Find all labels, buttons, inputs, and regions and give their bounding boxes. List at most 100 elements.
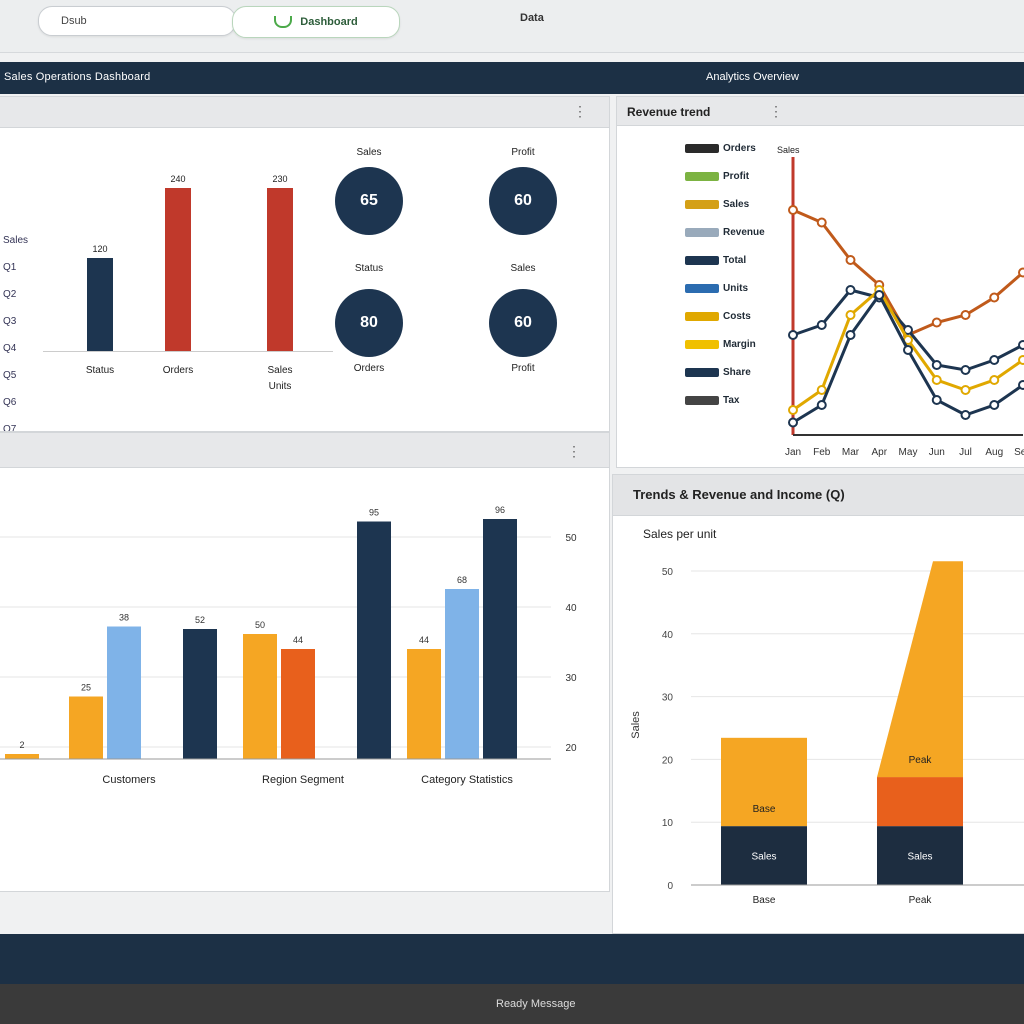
series-point <box>960 365 971 375</box>
bar-value-label: 52 <box>195 615 205 625</box>
y-tick-label: 40 <box>565 603 577 614</box>
side-list-item[interactable]: Q5 <box>0 362 43 389</box>
series-point <box>845 330 856 340</box>
search-field[interactable]: Dsub <box>38 6 236 36</box>
kpi-value: 65 <box>335 167 403 235</box>
dashboard-tab[interactable]: Dashboard <box>232 6 400 38</box>
search-value: Dsub <box>61 15 87 27</box>
series-point <box>874 290 885 300</box>
status-text: Ready Message <box>496 998 576 1010</box>
x-tick-label: Feb <box>813 447 831 458</box>
bar-sublabel: Units <box>268 381 292 392</box>
series-point <box>931 375 942 385</box>
series-point <box>788 417 798 428</box>
panel-header: ⋮ <box>0 97 609 128</box>
top-toolbar: Dsub Dashboard Data <box>0 0 1024 53</box>
segment-label: Base <box>753 804 776 815</box>
y-tick-label: 10 <box>662 818 674 829</box>
category-label: Peak <box>909 895 933 906</box>
side-list-item[interactable]: Q4 <box>0 335 43 362</box>
bar <box>69 696 103 759</box>
panel-menu-icon[interactable]: ⋮ <box>573 103 587 120</box>
grouped-bar-chart: 50403020225153852Customers504495Region S… <box>0 505 577 786</box>
category-panel: ⋮ 50403020225153852Customers504495Region… <box>0 432 610 892</box>
bar-value-label: 2 <box>19 740 24 750</box>
bar-value-label: 50 <box>255 620 265 630</box>
series-point <box>845 310 856 320</box>
segment-label: Peak <box>909 755 933 766</box>
x-tick-label: May <box>899 447 918 458</box>
kpi-value: 60 <box>489 167 557 235</box>
x-tick-label: Mar <box>842 447 860 458</box>
side-list-item[interactable]: Q6 <box>0 389 43 416</box>
y-axis-label: Sales <box>630 711 642 739</box>
y-tick-label: 50 <box>565 533 577 544</box>
series-point <box>1018 340 1024 350</box>
app-subtitle: Analytics Overview <box>706 71 799 83</box>
footer-band <box>0 934 1024 984</box>
series-point <box>788 330 798 340</box>
side-list-item[interactable]: Q7 <box>0 416 43 431</box>
bar <box>445 589 479 759</box>
bar <box>483 519 517 759</box>
bar <box>357 521 391 759</box>
bar-value-label: 95 <box>369 508 379 518</box>
x-tick-label: Apr <box>871 447 887 458</box>
x-tick-label: Jun <box>929 447 945 458</box>
line-chart: Jan Feb Mar Apr May Jun Jul Aug Sep <box>785 157 1024 458</box>
bar <box>87 257 113 351</box>
stack-segment-middle <box>877 777 963 827</box>
status-bar: Ready Message <box>0 984 1024 1024</box>
series-point <box>788 405 798 415</box>
trends-panel: Trends & Revenue and Income (Q) Sales pe… <box>612 474 1024 934</box>
kpi-label: Sales <box>510 263 536 274</box>
segment-label: Sales <box>907 852 932 863</box>
kpi-header: Sales <box>356 147 382 158</box>
series-point <box>816 320 827 330</box>
data-tab[interactable]: Data <box>520 12 544 24</box>
bar <box>281 649 315 759</box>
x-tick-label: Jul <box>959 447 972 458</box>
bar-value-label: 44 <box>293 635 303 645</box>
series-point <box>845 255 856 265</box>
y-tick-label: 20 <box>565 743 577 754</box>
bar-value-label: 68 <box>457 575 467 585</box>
y-tick-label: 0 <box>667 881 673 892</box>
series-point <box>931 360 942 370</box>
bar-category-label: Orders <box>162 365 194 376</box>
bar-value-label: 44 <box>419 635 429 645</box>
series-point <box>788 205 798 215</box>
bar-value-label: 240 <box>170 173 186 184</box>
series-point <box>960 385 971 395</box>
kpi-label: Profit <box>511 363 535 374</box>
summary-panel: ⋮ SalesQ1Q2Q3Q4Q5Q6Q7Q8All↻ 120 Status 240… <box>0 96 610 432</box>
series-point <box>816 385 827 395</box>
series-point <box>816 400 827 410</box>
side-list-item[interactable]: Sales <box>0 227 43 254</box>
series-point <box>845 285 856 295</box>
series-point <box>989 400 1000 410</box>
series-point <box>960 310 971 320</box>
baseline <box>43 351 333 352</box>
series-line <box>792 292 1024 424</box>
bar <box>5 754 39 759</box>
side-list-item[interactable]: Q2 <box>0 281 43 308</box>
x-tick-label: Aug <box>985 447 1003 458</box>
side-list-item[interactable]: Q1 <box>0 254 43 281</box>
series-point <box>816 217 827 228</box>
series-point <box>931 395 942 405</box>
bar-value-label: 120 <box>92 243 108 254</box>
y-tick-label: 20 <box>662 755 674 766</box>
series-point <box>989 375 1000 385</box>
kpi-value: 80 <box>335 289 403 357</box>
bar <box>407 649 441 759</box>
x-tick-label: Sep <box>1014 447 1024 458</box>
bar-category-label: Sales <box>267 365 293 376</box>
y-tick-label: 30 <box>662 693 674 704</box>
y-tick-label: 50 <box>662 567 674 578</box>
bar <box>165 187 191 351</box>
side-list-item[interactable]: Q3 <box>0 308 43 335</box>
series-point <box>989 292 1000 303</box>
bar-value-label: 25 <box>81 683 91 693</box>
series-point <box>960 410 971 420</box>
